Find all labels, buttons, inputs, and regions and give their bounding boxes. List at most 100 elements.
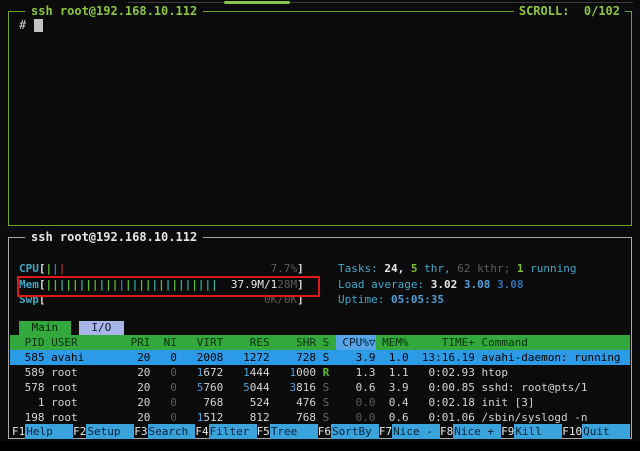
shell-prompt[interactable]: # — [19, 18, 43, 32]
terminal-screen: ssh root@192.168.10.112 SCROLL: 0/102 # … — [0, 0, 640, 441]
cell-time: 13:16.19 — [409, 350, 475, 365]
column-header-pri[interactable]: PRI — [124, 335, 150, 350]
column-header-time[interactable]: TIME+ — [409, 335, 475, 350]
column-header-res[interactable]: RES — [223, 335, 269, 350]
cell-res: 5044 — [223, 380, 269, 395]
fnkey-F4[interactable]: F4 — [195, 424, 208, 439]
fnlabel-F7[interactable]: Nice - — [392, 424, 440, 439]
cell-pid: 589 — [18, 365, 44, 380]
cell-shr: 3816 — [270, 380, 316, 395]
cell-ni: 0 — [150, 365, 176, 380]
swp-meter: Swp[0K/0K] — [19, 293, 304, 307]
column-header-cmd[interactable]: Command — [475, 335, 630, 350]
column-header-virt[interactable]: VIRT — [177, 335, 223, 350]
function-key-bar: F1HelpF2SetupF3SearchF4FilterF5TreeF6Sor… — [10, 424, 630, 439]
meter-bar-tick: | — [171, 278, 178, 291]
tab-io[interactable]: I/O — [79, 321, 124, 335]
column-header-cpu[interactable]: CPU%▽ — [336, 335, 376, 350]
mem-meter-bar: ||||||||||||||||||||||||||37.9M/128M — [46, 278, 298, 292]
cell-mem: 0.4 — [376, 395, 409, 410]
process-row-589[interactable]: 589root200167214441000R1.31.10:02.93htop — [10, 365, 630, 380]
process-row-198[interactable]: 198root2001512812768S0.00.60:01.06/sbin/… — [10, 410, 630, 425]
meter-bar-tick: | — [211, 278, 218, 291]
scroll-indicator: SCROLL: 0/102 — [514, 4, 625, 18]
prompt-symbol: # — [19, 18, 26, 32]
cell-res: 1444 — [223, 365, 269, 380]
cell-mem: 1.0 — [376, 350, 409, 365]
cell-time: 0:01.06 — [409, 410, 475, 425]
bracket-close: ] — [297, 262, 304, 276]
bracket-open: [ — [39, 278, 46, 292]
cell-virt: 1672 — [177, 365, 223, 380]
terminal-cursor — [34, 19, 43, 32]
bracket-close: ] — [297, 293, 304, 307]
cell-ni: 0 — [150, 350, 176, 365]
column-header-ni[interactable]: NI — [150, 335, 176, 350]
fnlabel-F2[interactable]: Setup — [86, 424, 134, 439]
column-header-pid[interactable]: PID — [18, 335, 44, 350]
fnlabel-F5[interactable]: Tree — [270, 424, 318, 439]
fnlabel-F1[interactable]: Help — [25, 424, 73, 439]
cell-pid: 198 — [18, 410, 44, 425]
cell-mem: 1.1 — [376, 365, 409, 380]
cell-pri: 20 — [124, 410, 150, 425]
fnkey-F6[interactable]: F6 — [318, 424, 331, 439]
mem-meter: Mem[||||||||||||||||||||||||||37.9M/128M… — [19, 278, 304, 292]
cell-cmd: avahi-daemon: running — [475, 350, 630, 365]
cell-cmd: /sbin/syslogd -n — [475, 410, 630, 425]
pane-htop[interactable]: ssh root@192.168.10.112 CPU[|||7.7%] Mem… — [8, 237, 632, 439]
cell-pri: 20 — [124, 395, 150, 410]
fnkey-F9[interactable]: F9 — [501, 424, 514, 439]
cell-cpu: 3.9 — [336, 350, 376, 365]
meter-bar-tick: | — [138, 278, 145, 291]
fnlabel-F6[interactable]: SortBy — [331, 424, 379, 439]
process-row-578[interactable]: 578root200576050443816S0.63.90:00.85sshd… — [10, 380, 630, 395]
mem-meter-label: Mem — [19, 278, 39, 292]
column-header-shr[interactable]: SHR — [270, 335, 316, 350]
fnlabel-F3[interactable]: Search — [148, 424, 196, 439]
meter-bar-tick: | — [178, 278, 185, 291]
fnlabel-F4[interactable]: Filter — [209, 424, 257, 439]
process-row-585[interactable]: 585avahi20020081272728S3.91.013:16.19ava… — [10, 350, 630, 365]
cell-shr: 476 — [270, 395, 316, 410]
process-table: PIDUSERPRINIVIRTRESSHRSCPU%▽MEM%TIME+Com… — [10, 335, 630, 425]
cell-res: 1272 — [223, 350, 269, 365]
cell-cpu: 0.6 — [336, 380, 376, 395]
meter-bar-tick: | — [145, 278, 152, 291]
meter-bar-tick: | — [59, 262, 66, 275]
cpu-meter: CPU[|||7.7%] — [19, 262, 304, 276]
cell-virt: 1512 — [177, 410, 223, 425]
fnkey-F1[interactable]: F1 — [12, 424, 25, 439]
process-row-1[interactable]: 1root200768524476S0.00.40:02.18init [3] — [10, 395, 630, 410]
cpu-meter-bar: |||7.7% — [46, 262, 298, 276]
column-header-mem[interactable]: MEM% — [376, 335, 409, 350]
tab-main[interactable]: Main — [19, 321, 71, 335]
meter-bar-tick: | — [125, 278, 132, 291]
pane-shell[interactable]: ssh root@192.168.10.112 SCROLL: 0/102 # — [8, 11, 632, 226]
meter-bar-tick: | — [158, 278, 165, 291]
fnkey-F8[interactable]: F8 — [440, 424, 453, 439]
fnkey-F2[interactable]: F2 — [73, 424, 86, 439]
fnkey-F7[interactable]: F7 — [379, 424, 392, 439]
column-header-s[interactable]: S — [316, 335, 336, 350]
cell-time: 0:02.93 — [409, 365, 475, 380]
bracket-open: [ — [39, 262, 46, 276]
video-frame: ssh root@192.168.10.112 SCROLL: 0/102 # … — [0, 0, 640, 451]
fnkey-F5[interactable]: F5 — [257, 424, 270, 439]
meter-bar-tick: | — [105, 278, 112, 291]
cell-virt: 768 — [177, 395, 223, 410]
tasks-summary: Tasks: 24, 5 thr, 62 kthr; 1 running — [338, 262, 576, 276]
cell-user: root — [44, 380, 123, 395]
fnlabel-F10[interactable]: Quit — [582, 424, 630, 439]
fnkey-F10[interactable]: F10 — [562, 424, 582, 439]
video-progress-fill — [224, 1, 290, 4]
cell-pid: 585 — [18, 350, 44, 365]
fnlabel-F8[interactable]: Nice + — [453, 424, 501, 439]
cell-s: S — [316, 395, 336, 410]
cell-cpu: 1.3 — [336, 365, 376, 380]
cell-user: avahi — [44, 350, 123, 365]
fnlabel-F9[interactable]: Kill — [514, 424, 562, 439]
cell-s: S — [316, 350, 336, 365]
fnkey-F3[interactable]: F3 — [134, 424, 147, 439]
column-header-user[interactable]: USER — [44, 335, 123, 350]
